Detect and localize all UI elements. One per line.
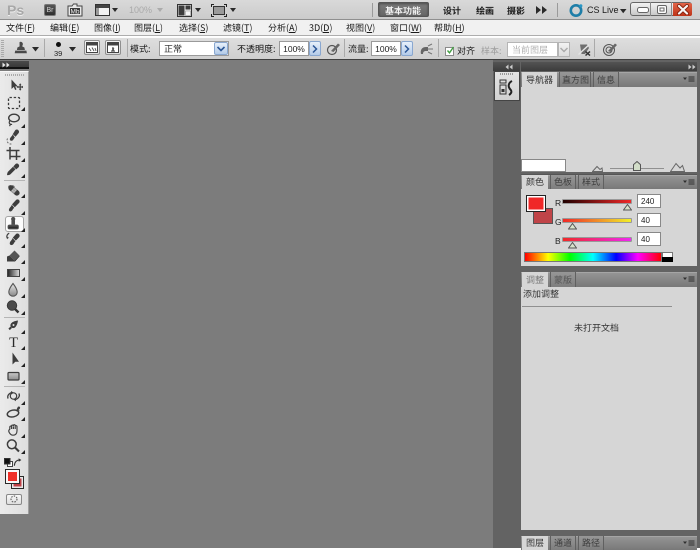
svg-text:Mb: Mb (70, 9, 79, 16)
svg-text:T: T (9, 335, 18, 350)
